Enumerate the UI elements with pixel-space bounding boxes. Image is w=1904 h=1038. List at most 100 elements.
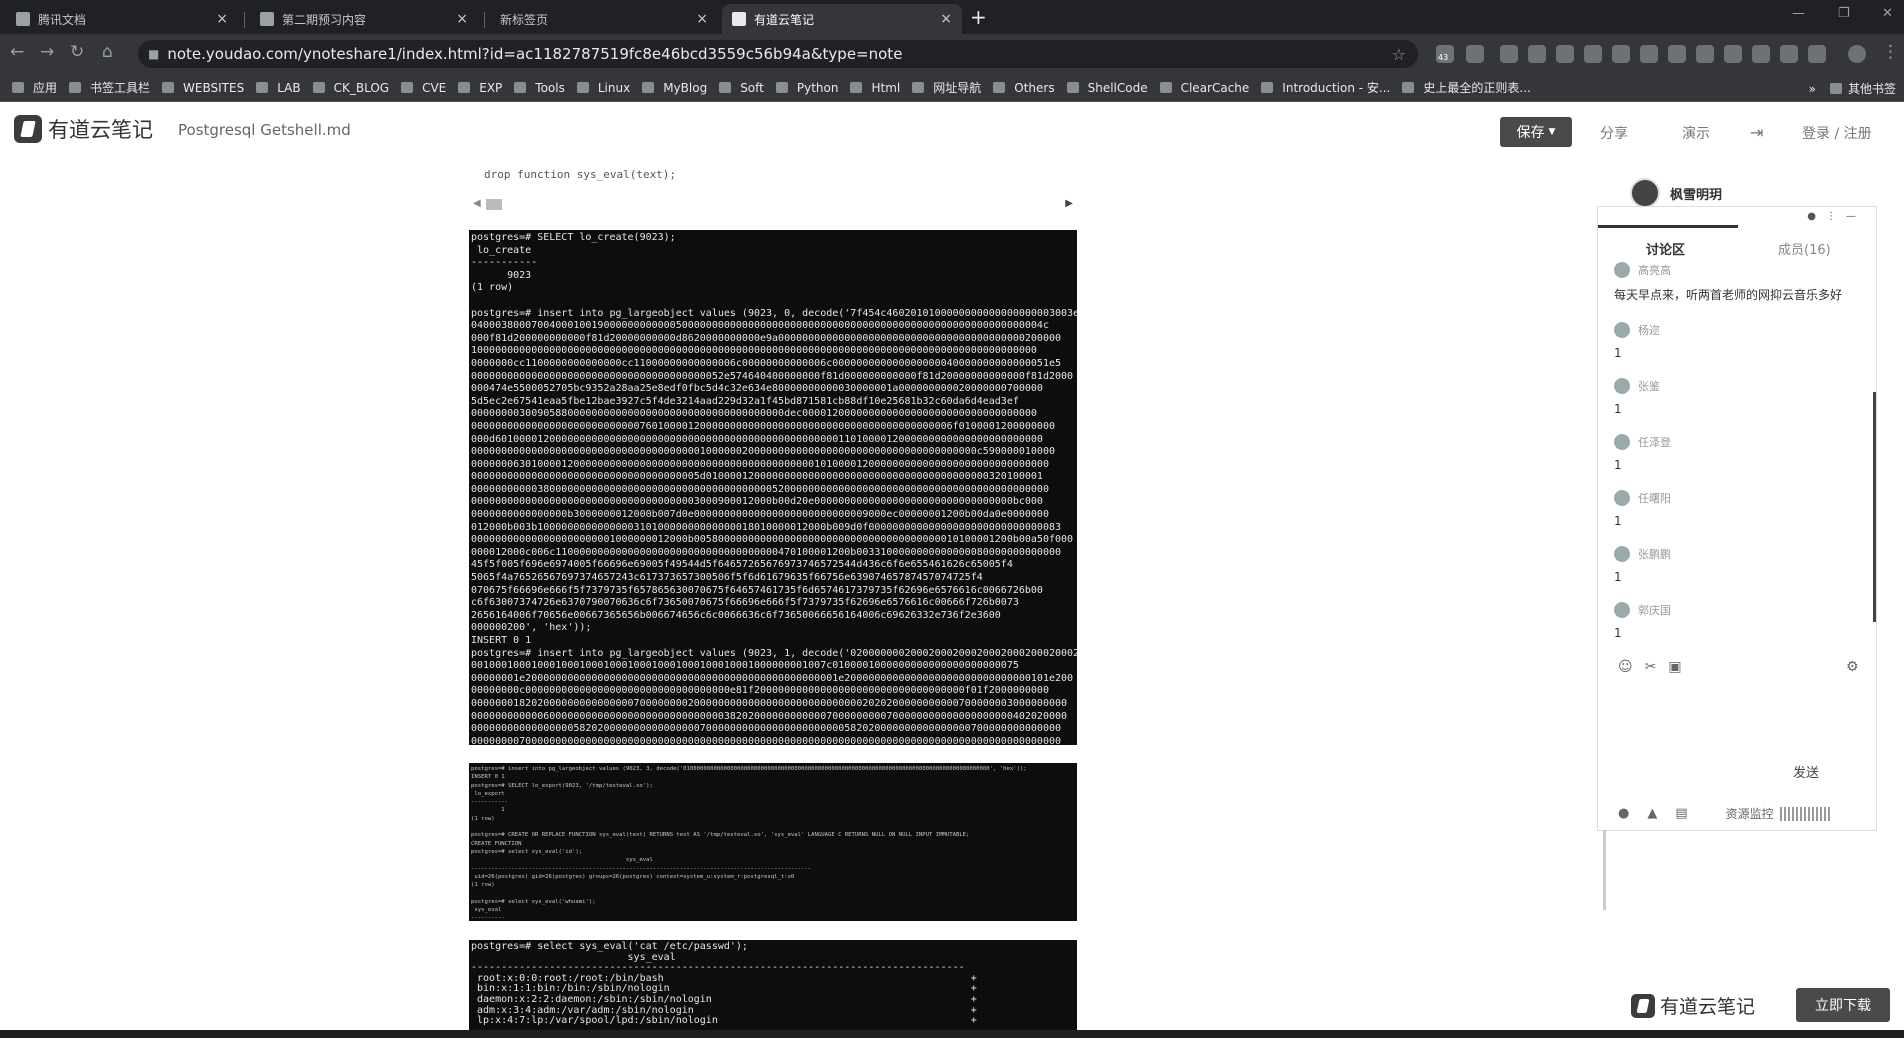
extension-icon[interactable] [1528,45,1546,63]
scroll-left-icon[interactable]: ◀ [473,198,481,209]
download-button[interactable]: 立即下载 [1796,988,1890,1022]
bookmark-other-folder[interactable]: » 其他书签 [1809,80,1896,97]
chart-icon[interactable]: ▤ [1675,806,1687,821]
extension-badge-count: 43 [1438,53,1449,62]
extension-icon[interactable] [1724,45,1742,63]
speaker-icon[interactable]: ▲ [1647,806,1657,821]
comment-author: 杨迩 [1614,322,1864,338]
bookmark-folder[interactable]: WEBSITES [162,81,244,95]
browser-tab-tencent-docs[interactable]: 腾讯文档 × [6,4,238,34]
folder-icon [912,82,925,93]
send-button[interactable]: 发送 [1793,762,1819,781]
image-icon[interactable]: ▣ [1668,659,1693,675]
home-icon[interactable]: ⌂ [102,42,113,62]
emoji-icon[interactable]: ☺ [1618,659,1645,675]
tab-members[interactable]: 成员(16) [1778,239,1831,258]
microphone-icon[interactable]: ● [1618,806,1629,821]
extension-icon[interactable] [1808,45,1826,63]
scrollbar-thumb[interactable] [486,199,502,210]
extension-icon[interactable] [1640,45,1658,63]
author-name: 任泽登 [1638,436,1671,449]
bookmark-folder[interactable]: Soft [719,81,764,95]
profile-avatar-icon[interactable] [1848,45,1866,63]
bookmark-folder[interactable]: 网址导航 [912,79,981,96]
bookmark-folder[interactable]: CVE [401,81,446,95]
panel-window-controls[interactable]: ●⋮— [1807,211,1866,222]
scroll-right-icon[interactable]: ▶ [1065,198,1073,209]
extension-icon[interactable] [1668,45,1686,63]
browser-tab-youdao-note[interactable]: 有道云笔记 × [722,4,962,34]
close-tab-icon[interactable]: × [216,11,228,27]
extension-icon[interactable] [1556,45,1574,63]
bookmark-folder[interactable]: Tools [514,81,565,95]
url-text[interactable]: note.youdao.com/ynoteshare1/index.html?i… [167,45,1391,63]
tab-discussion[interactable]: 讨论区 [1646,239,1685,258]
close-window-icon[interactable]: ✕ [1882,6,1893,21]
comment-author: 任曙阳 [1614,490,1864,506]
save-button[interactable]: 保存 ▼ [1500,117,1572,147]
browser-tab-preview-content[interactable]: 第二期预习内容 × [250,4,478,34]
extension-icon[interactable] [1752,45,1770,63]
extension-icon[interactable] [1584,45,1602,63]
bookmark-folder[interactable]: MyBlog [642,81,707,95]
footer-logo[interactable]: 有道云笔记 [1631,992,1755,1019]
save-button-label: 保存 [1516,125,1545,141]
minimize-window-icon[interactable]: — [1792,6,1805,21]
avatar [1614,434,1630,450]
code-horizontal-scrollbar[interactable]: ◀ ▶ [473,196,1073,214]
graduation-cap-icon [1261,82,1274,93]
bookmark-label: 其他书签 [1847,82,1896,96]
forward-icon[interactable]: → [40,42,54,62]
bookmark-folder[interactable]: Linux [576,80,631,95]
new-tab-button[interactable]: + [970,5,987,29]
panel-scrollbar[interactable] [1873,392,1876,622]
close-tab-icon[interactable]: × [696,11,708,27]
panel-footer: ● ▲ ▤ 资源监控 [1618,805,1830,822]
bookmark-link[interactable]: ClearCache [1159,81,1249,95]
bookmark-label: 史上最全的正则表... [1423,81,1531,95]
bookmark-folder[interactable]: Python [775,81,838,95]
restore-window-icon[interactable]: ❐ [1838,6,1850,21]
youdao-logo[interactable]: 有道云笔记 [14,114,153,144]
bookmark-label: MyBlog [663,80,708,95]
extension-icon[interactable] [1696,45,1714,63]
avatar[interactable] [1630,178,1660,208]
comment-text: 每天早点来，听两首老师的网抑云音乐多好 [1614,288,1843,302]
extension-icon[interactable] [1780,45,1798,63]
address-bar[interactable]: ■ note.youdao.com/ynoteshare1/index.html… [138,40,1418,68]
close-tab-icon[interactable]: × [940,11,952,27]
bookmark-link[interactable]: 史上最全的正则表... [1402,79,1531,96]
browser-tab-new-tab[interactable]: 新标签页 × [490,4,718,34]
bookmark-star-icon[interactable]: ☆ [1392,45,1406,64]
bookmark-folder[interactable]: Html [850,81,900,95]
bookmark-apps[interactable]: 应用 [12,79,57,96]
list-item: 张鹏鹏 1 [1614,546,1864,584]
list-item: 高亮高 每天早点来，听两首老师的网抑云音乐多好 [1614,262,1864,318]
scissors-icon[interactable]: ✂ [1645,659,1669,675]
present-button[interactable]: 演示 [1682,123,1710,143]
login-register-link[interactable]: 登录 / 注册 [1802,123,1872,143]
bookmark-folder[interactable]: EXP [458,81,502,95]
more-menu-icon[interactable]: ⋮ [1882,42,1899,62]
extension-icon[interactable] [1466,45,1484,63]
back-icon[interactable]: ← [10,42,24,62]
comment-text: 1 [1614,458,1622,472]
bookmark-folder[interactable]: LAB [256,81,301,95]
settings-icon[interactable]: ⚙ [1846,659,1871,675]
bookmark-folder[interactable]: Others [993,81,1055,95]
bookmark-folder[interactable]: ShellCode [1066,81,1148,95]
extension-icon[interactable] [1612,45,1630,63]
bookmark-folder[interactable]: 书签工具栏 [69,79,150,96]
terminal-output: postgres=# insert into pg_largeobject va… [471,766,1027,921]
exit-fullscreen-icon[interactable]: ⇥ [1750,123,1763,142]
share-button[interactable]: 分享 [1600,123,1628,143]
bookmark-folder[interactable]: CK_BLOG [312,81,389,95]
bookmark-label: Linux [597,80,631,95]
bookmark-link[interactable]: Introduction - 安... [1261,79,1390,96]
chevron-down-icon: ▼ [1548,127,1556,137]
extension-icon[interactable] [1500,45,1518,63]
reload-icon[interactable]: ↻ [70,42,84,62]
bookmarks-overflow-icon[interactable]: » [1809,82,1816,96]
close-tab-icon[interactable]: × [456,11,468,27]
bookmark-label: Tools [535,80,565,95]
